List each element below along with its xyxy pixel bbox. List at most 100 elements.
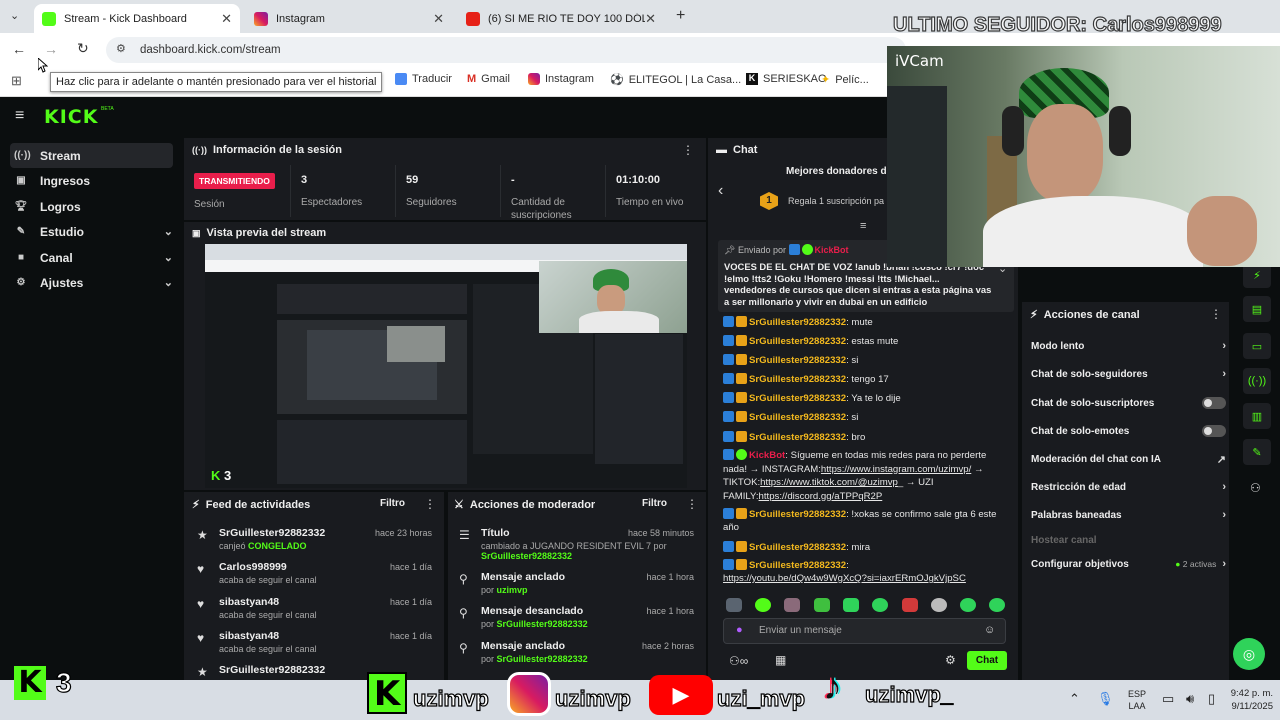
sidebar-item-logros[interactable]: 🏆︎ Logros <box>10 194 173 219</box>
layout-rail-button[interactable]: ▥ <box>1243 403 1271 429</box>
feed-item: ★ SrGuillester92882332 canjeó CONGELADO hac… <box>197 527 432 551</box>
users-icon[interactable]: ⚇∞ <box>729 654 748 668</box>
feed-item: ♥ Carlos998999 acaba de seguir el canal hac… <box>197 561 432 585</box>
preview-header: ▣ Vista previa del stream <box>192 227 327 239</box>
microphone-icon[interactable]: ● <box>736 624 743 636</box>
stream-preview-video[interactable]: K 3 <box>205 244 687 488</box>
action-age-restriction[interactable]: Restricción de edad › <box>1031 475 1226 499</box>
sidebar-item-estudio[interactable]: ✎ Estudio ⌄ <box>10 219 173 244</box>
instagram-icon <box>528 73 540 85</box>
sidebar-item-canal[interactable]: ■ Canal ⌄ <box>10 245 173 270</box>
gift-icon[interactable]: ▦ <box>775 653 786 667</box>
title-icon: ☰ <box>459 528 470 542</box>
bookmark-elitegol[interactable]: ⚽ ELITEGOL | La Casa... <box>610 73 741 87</box>
tab-kick-dashboard[interactable]: Stream - Kick Dashboard ✕ <box>34 4 240 33</box>
sidebar-item-ajustes[interactable]: ⚙ Ajustes ⌄ <box>10 270 173 295</box>
heart-icon: ♥ <box>197 597 205 611</box>
emoji-icon[interactable]: ☺ <box>984 624 995 636</box>
back-icon[interactable]: ← <box>12 41 26 57</box>
emotes-only-toggle[interactable] <box>1202 425 1226 437</box>
emote-icon[interactable] <box>902 598 918 612</box>
broadcast-rail-button[interactable]: ((·)) <box>1243 368 1271 394</box>
site-info-icon[interactable]: ⚙ <box>116 42 126 55</box>
kebab-icon[interactable]: ⋮ <box>682 143 694 157</box>
action-followers-only[interactable]: Chat de solo-seguidores › <box>1031 362 1226 386</box>
action-banned-words[interactable]: Palabras baneadas › <box>1031 503 1226 527</box>
forward-icon[interactable]: → <box>44 41 58 57</box>
tools-rail-button[interactable]: ✎ <box>1243 439 1271 465</box>
kick-handle: uzimvp <box>412 685 489 711</box>
bookmark-serieskao[interactable]: K SERIESKAO <box>746 73 827 85</box>
close-tab-icon[interactable]: ✕ <box>221 11 232 27</box>
pin-icon: ⚲ <box>459 572 468 586</box>
feed-filter-button[interactable]: Filtro <box>380 498 405 509</box>
emote-icon[interactable] <box>814 598 830 612</box>
action-goals[interactable]: Configurar objetivos ● 2 activas › <box>1031 552 1226 576</box>
mod-item: ⚲ Mensaje anclado por uzimvp hace 1 hora <box>459 571 694 595</box>
chat-send-button[interactable]: Chat <box>967 651 1007 670</box>
forward-tooltip: Haz clic para ir adelante o mantén presi… <box>50 72 383 92</box>
reload-icon[interactable]: ↻ <box>77 40 89 57</box>
network-icon[interactable]: ▭ <box>1162 691 1174 707</box>
close-tab-icon[interactable]: ✕ <box>645 11 656 27</box>
kebab-icon[interactable]: ⋮ <box>424 497 436 511</box>
notes-rail-button[interactable]: ▤ <box>1243 296 1271 322</box>
action-ai-moderation[interactable]: Moderación del chat con IA ↗ <box>1031 447 1226 471</box>
emote-icon[interactable] <box>726 598 742 612</box>
mouse-cursor-icon <box>38 58 48 73</box>
bookmark-traducir[interactable]: Traducir <box>395 73 452 85</box>
bookmark-peliculas[interactable]: ✦ Pelíc... <box>821 73 869 87</box>
emote-icon[interactable] <box>989 598 1005 612</box>
settings-icon[interactable]: ⚙ <box>945 653 956 667</box>
support-chat-button[interactable]: ◎ <box>1233 638 1265 670</box>
chat-bubble-icon: ▬ <box>716 144 727 156</box>
emote-icon[interactable] <box>755 598 771 612</box>
volume-icon[interactable]: 🔊︎ <box>1186 691 1194 707</box>
bookmark-instagram[interactable]: Instagram <box>528 73 594 85</box>
close-tab-icon[interactable]: ✕ <box>433 11 444 27</box>
chevron-left-icon[interactable]: ‹ <box>718 182 723 200</box>
url-field[interactable]: ⚙ dashboard.kick.com/stream <box>106 37 906 63</box>
mod-filter-button[interactable]: Filtro <box>642 498 667 509</box>
emote-icon[interactable] <box>931 598 947 612</box>
lang-indicator[interactable]: ESP LAA <box>1128 688 1146 712</box>
chat-message: SrGuillester92882332: https://youtu.be/dQ… <box>723 559 966 584</box>
chat-rail-button[interactable]: ▭ <box>1243 333 1271 359</box>
preview-browser-bar <box>205 244 687 260</box>
tray-up-icon[interactable]: ⌃ <box>1069 691 1080 707</box>
clock[interactable]: 9:42 p. m. 9/11/2025 <box>1215 687 1273 713</box>
action-host-channel: Hostear canal <box>1031 534 1097 546</box>
action-slow-mode[interactable]: Modo lento › <box>1031 334 1226 358</box>
sidebar-item-stream[interactable]: ((·)) Stream <box>10 143 173 168</box>
kebab-icon[interactable]: ⋮ <box>1210 307 1222 321</box>
tab-search-button[interactable]: ⌄ <box>10 9 19 22</box>
new-tab-icon[interactable]: + <box>676 7 685 25</box>
preview-nested-stream <box>277 320 467 414</box>
emote-icon[interactable] <box>843 598 859 612</box>
subscribers-only-toggle[interactable] <box>1202 397 1226 409</box>
emote-icon[interactable] <box>872 598 888 612</box>
sword-icon: ⚔︎ <box>454 499 464 511</box>
mod-header: ⚔︎ Acciones de moderador <box>454 498 596 512</box>
emote-icon[interactable] <box>960 598 976 612</box>
emote-icon[interactable] <box>784 598 800 612</box>
redeem-icon: ★ <box>197 665 208 678</box>
kebab-icon[interactable]: ⋮ <box>686 497 698 511</box>
apps-grid-icon[interactable]: ⊞ <box>11 73 22 89</box>
mic-tray-icon[interactable]: 🎙︎ <box>1097 691 1114 707</box>
collapse-icon[interactable]: ≡ <box>860 220 866 232</box>
menu-icon[interactable]: ≡ <box>15 107 24 125</box>
sidebar-item-ingresos[interactable]: ▣ Ingresos <box>10 168 173 193</box>
people-icon[interactable]: ⚇ <box>1250 481 1261 495</box>
kick-logo-icon: K <box>14 666 46 700</box>
chevron-right-icon: › <box>1222 340 1226 352</box>
donor-rank-badge: 1 <box>760 192 778 210</box>
tiktok-handle: uzimvp_ <box>864 681 954 707</box>
kick-logo[interactable]: KICK <box>44 106 98 128</box>
tab-instagram[interactable]: Instagram ✕ <box>246 4 452 33</box>
bookmark-gmail[interactable]: M Gmail <box>467 73 510 85</box>
chat-message: SrGuillester92882332: tengo 17 <box>723 372 1003 388</box>
unpin-icon: ⚲ <box>459 606 468 620</box>
chat-input[interactable]: ● Enviar un mensaje ☺ <box>723 618 1006 644</box>
tab-youtube[interactable]: (6) SI ME RIO TE DOY 100 DÓLA ✕ <box>458 4 664 33</box>
